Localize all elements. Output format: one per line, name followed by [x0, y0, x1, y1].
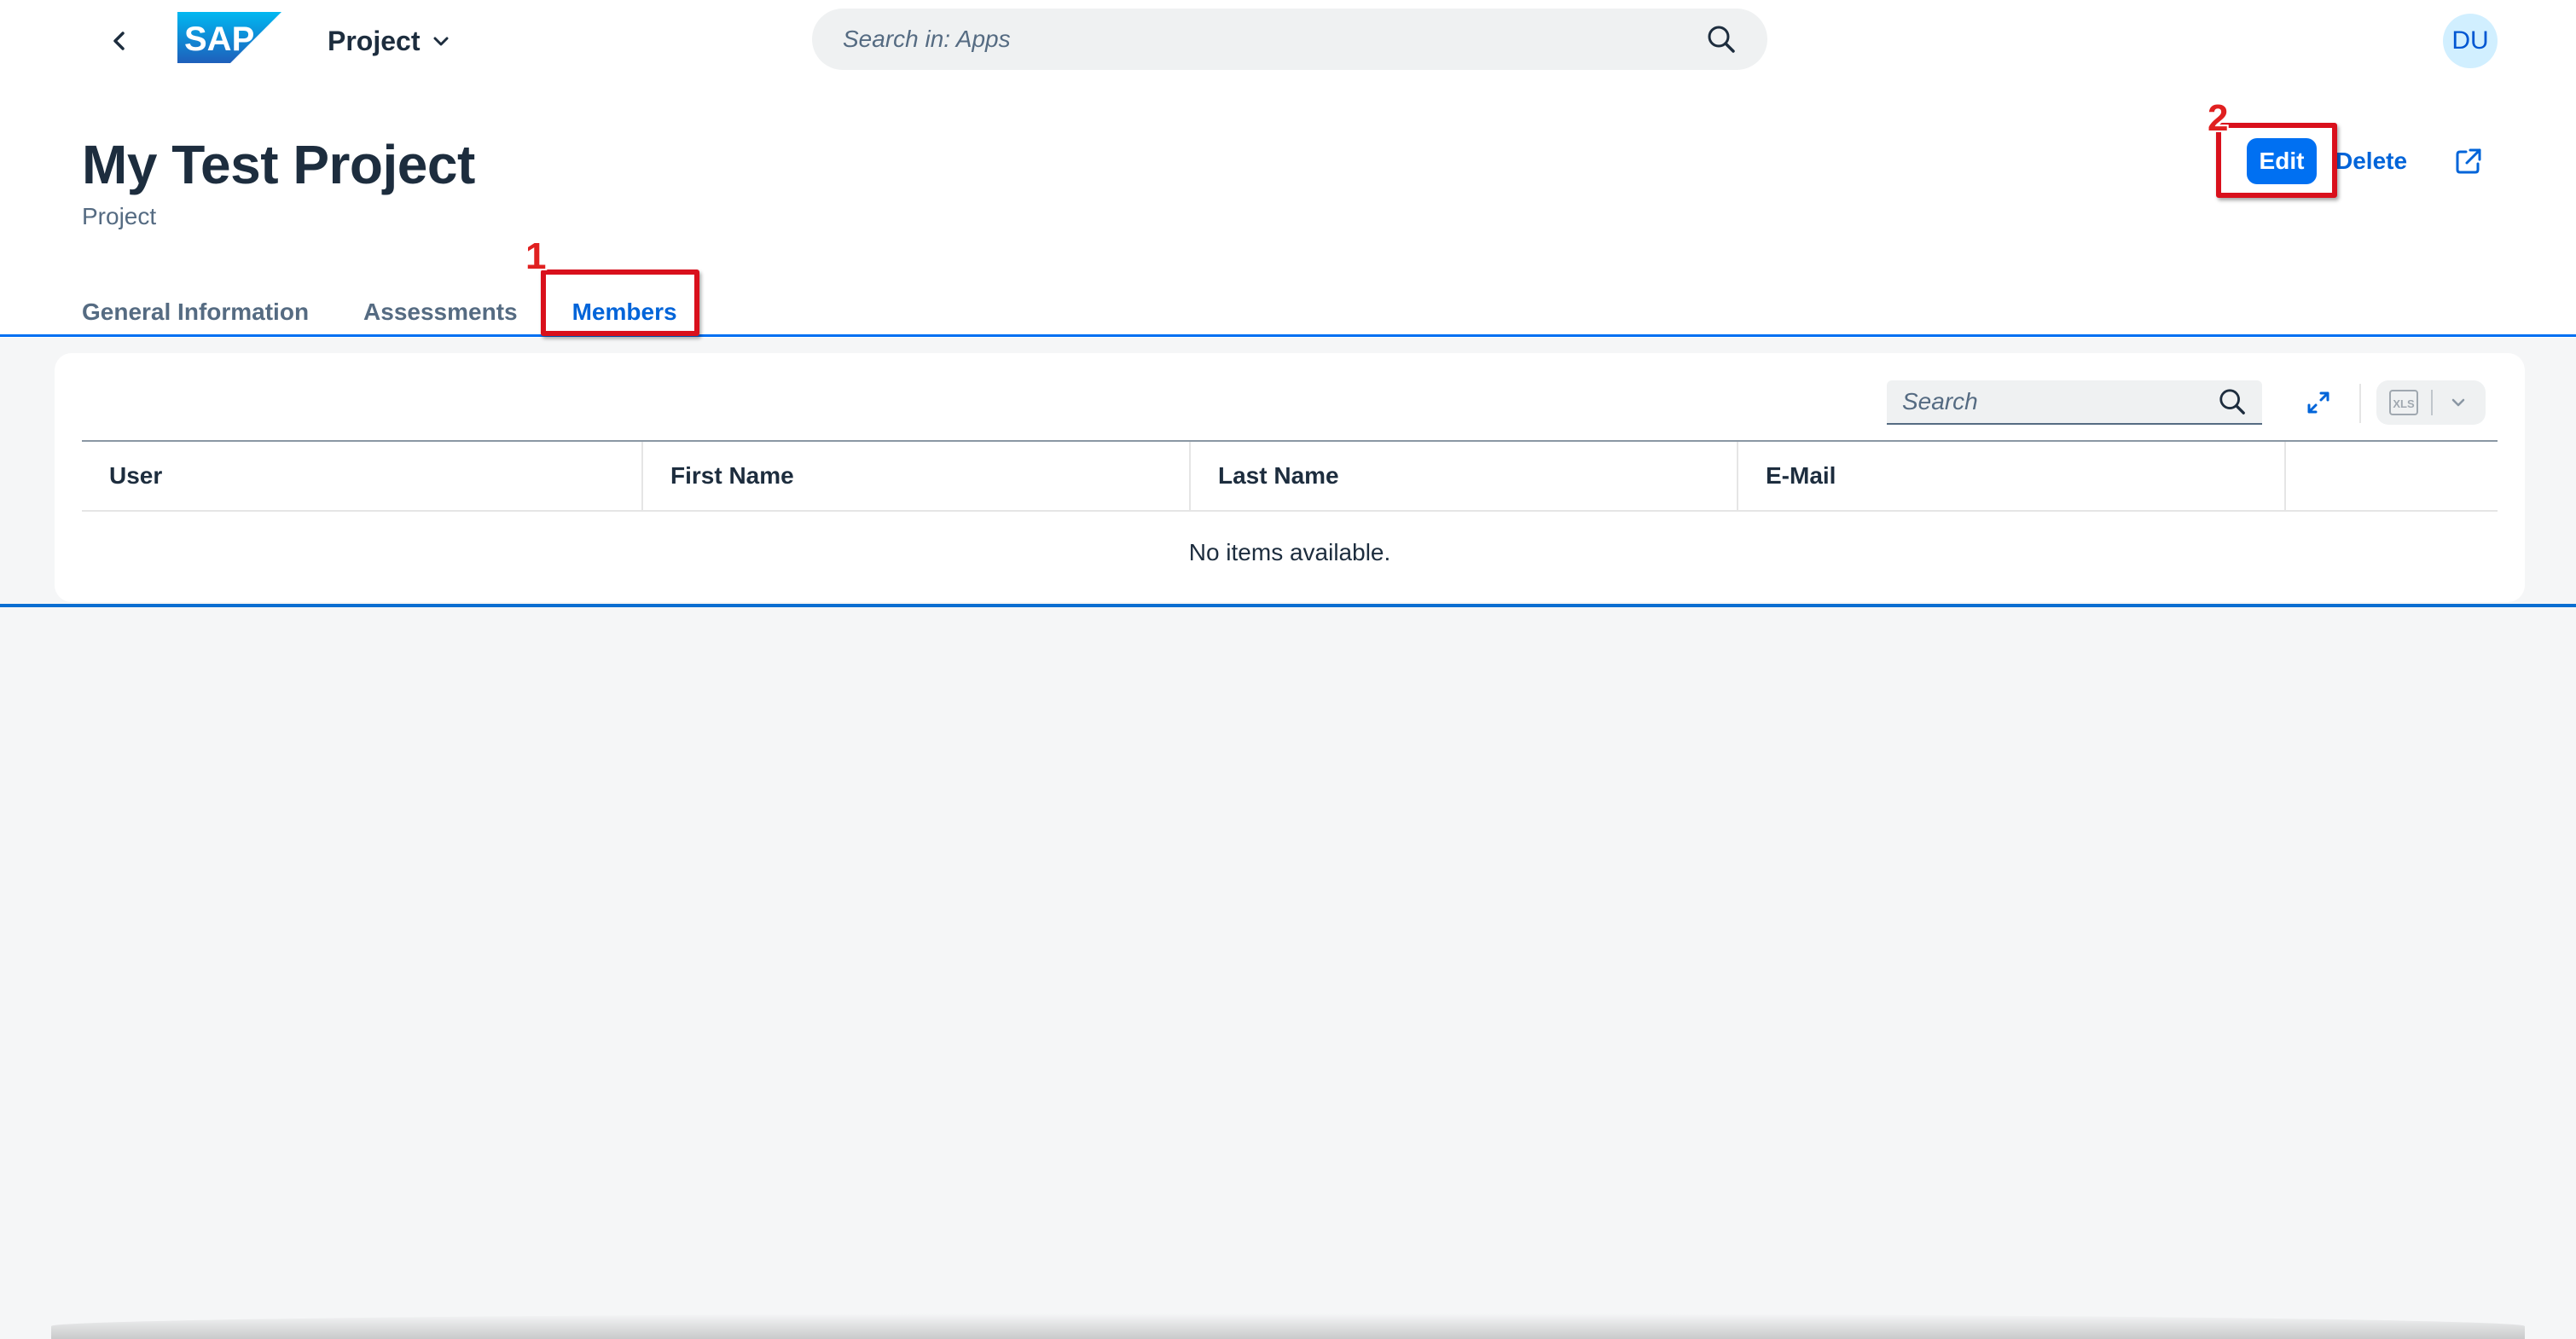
export-options-button[interactable] [2433, 380, 2484, 425]
column-header-email[interactable]: E-Mail [1738, 442, 2286, 510]
column-header-empty [2286, 442, 2498, 510]
export-label: XLS [2393, 397, 2415, 410]
annotation-number-2: 2 [2208, 97, 2229, 139]
section-bottom-line [0, 604, 2576, 607]
table-search [1887, 380, 2262, 425]
page-subtitle: Project [82, 203, 157, 229]
tab-divider [0, 334, 2576, 337]
window-bottom-shadow [51, 1313, 2525, 1339]
fullscreen-button[interactable] [2295, 380, 2342, 425]
chevron-left-icon [113, 32, 125, 50]
object-header: My Test Project Project Edit Delete Gene… [0, 82, 2576, 338]
share-button[interactable] [2445, 138, 2492, 184]
tab-assessments[interactable]: Assessments [363, 287, 518, 338]
search-icon[interactable] [2218, 387, 2247, 416]
share-icon [2456, 148, 2481, 174]
page-title: My Test Project [82, 134, 475, 195]
global-search [812, 9, 1767, 70]
export-menu-button: XLS [2376, 380, 2486, 425]
page: SAP Project DU My Test Project Project E… [0, 0, 2576, 1339]
members-table: User First Name Last Name E-Mail No item… [82, 440, 2498, 594]
tab-general-information[interactable]: General Information [82, 287, 309, 338]
avatar-initials: DU [2451, 26, 2489, 55]
user-avatar[interactable]: DU [2443, 14, 2498, 68]
annotation-box-edit [2216, 123, 2337, 198]
table-header-row: User First Name Last Name E-Mail [82, 440, 2498, 512]
global-search-input[interactable] [843, 26, 1706, 53]
column-header-first-name[interactable]: First Name [643, 442, 1191, 510]
app-title: Project [328, 25, 421, 56]
chevron-down-icon [433, 37, 449, 46]
annotation-number-1: 1 [525, 235, 547, 277]
chevron-down-icon [2451, 398, 2465, 407]
export-xls-button[interactable]: XLS [2376, 380, 2431, 425]
shell-bar: SAP Project DU [0, 0, 2576, 82]
column-header-last-name[interactable]: Last Name [1191, 442, 1738, 510]
delete-button[interactable]: Delete [2335, 138, 2407, 184]
excel-export-icon: XLS [2389, 390, 2418, 415]
expand-icon [2307, 391, 2329, 414]
column-header-user[interactable]: User [82, 442, 643, 510]
back-button[interactable] [96, 17, 143, 65]
search-icon[interactable] [1706, 24, 1737, 55]
app-title-menu[interactable]: Project [328, 20, 450, 61]
annotation-box-members [541, 270, 699, 336]
table-search-input[interactable] [1902, 388, 2218, 415]
logo-text: SAP [184, 20, 254, 58]
empty-table-message: No items available. [1188, 539, 1391, 565]
sap-logo[interactable]: SAP [177, 12, 281, 63]
toolbar-separator [2359, 384, 2361, 423]
